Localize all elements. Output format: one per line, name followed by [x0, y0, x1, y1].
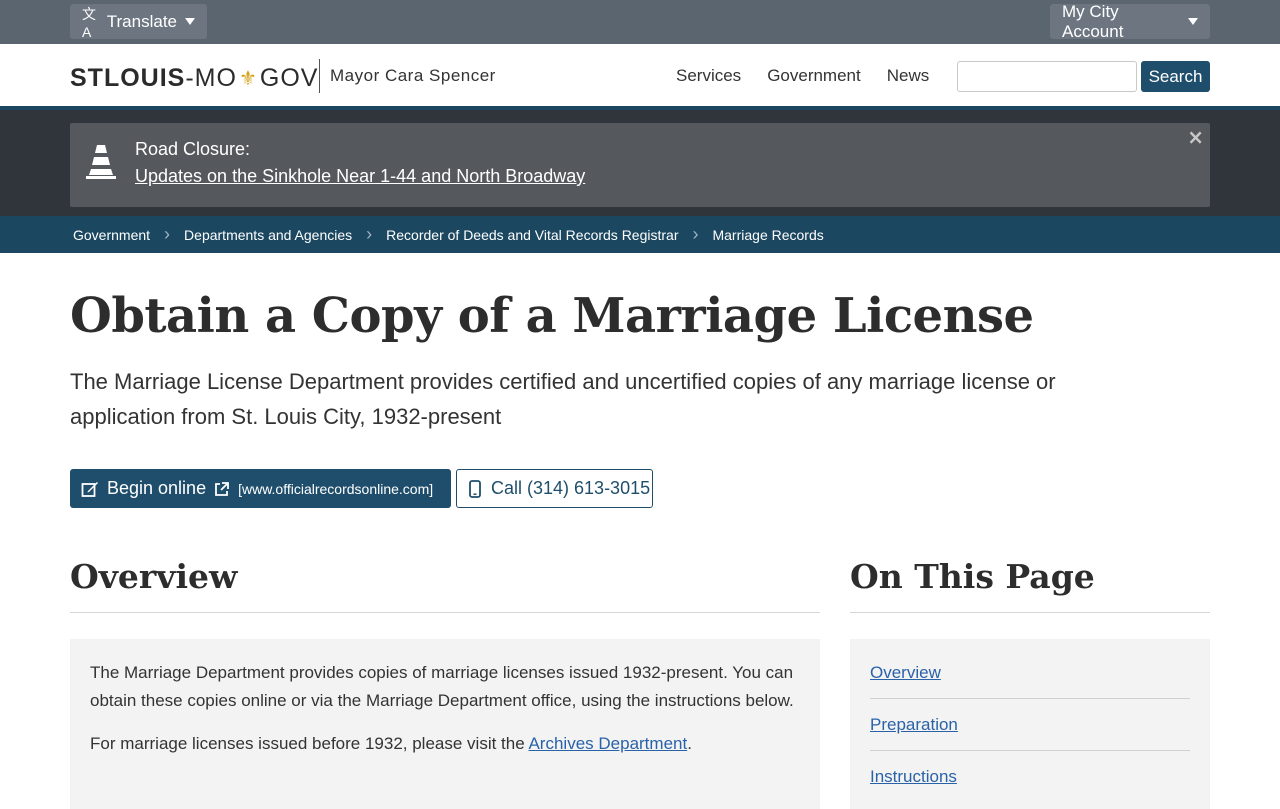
site-header: STLOUIS -MO ⚜ GOV Mayor Cara Spencer Ser… — [0, 44, 1280, 110]
breadcrumb: Government › Departments and Agencies › … — [0, 216, 1280, 253]
caret-down-icon — [185, 18, 195, 25]
toc-divider — [850, 612, 1210, 613]
account-label: My City Account — [1062, 1, 1124, 41]
road-closure-alert: Road Closure: Updates on the Sinkhole Ne… — [70, 123, 1210, 207]
mayor-link[interactable]: Mayor Cara Spencer — [330, 66, 496, 86]
logo-text-gov: GOV — [259, 64, 319, 92]
breadcrumb-government[interactable]: Government — [73, 227, 150, 243]
archives-department-link[interactable]: Archives Department — [528, 734, 687, 753]
begin-online-button[interactable]: Begin online [www.officialrecordsonline.… — [70, 469, 451, 508]
call-label: Call (314) 613-3015 — [491, 478, 651, 498]
edit-icon — [81, 481, 98, 497]
traffic-cone-icon — [86, 145, 116, 179]
overview-paragraph-2: For marriage licenses issued before 1932… — [90, 730, 800, 758]
toc-link-overview[interactable]: Overview — [870, 663, 941, 683]
toc-box: Overview Preparation Instructions — [850, 639, 1210, 809]
nav-services[interactable]: Services — [676, 66, 741, 86]
caret-down-icon — [1188, 18, 1198, 25]
chevron-right-icon: › — [692, 224, 699, 244]
close-icon[interactable]: × — [1187, 125, 1204, 149]
site-logo[interactable]: STLOUIS -MO ⚜ GOV — [70, 64, 318, 93]
chevron-right-icon: › — [164, 224, 171, 244]
overview-box: The Marriage Department provides copies … — [70, 639, 820, 809]
utility-bar: 文A Translate My City Account — [0, 0, 1280, 44]
call-button[interactable]: Call (314) 613-3015 — [456, 469, 653, 508]
translate-label: Translate — [106, 11, 177, 31]
main-nav: Services Government News — [676, 66, 929, 86]
toc-item-instructions: Instructions — [870, 751, 1190, 803]
on-this-page-heading: On This Page — [850, 557, 1095, 596]
alert-link[interactable]: Updates on the Sinkhole Near 1-44 and No… — [135, 166, 585, 187]
fleur-de-lis-icon: ⚜ — [238, 68, 258, 90]
breadcrumb-departments[interactable]: Departments and Agencies — [184, 227, 352, 243]
search-input[interactable] — [957, 61, 1137, 92]
page-lede: The Marriage License Department provides… — [70, 369, 1056, 429]
logo-divider — [319, 59, 320, 93]
chevron-right-icon: › — [366, 224, 373, 244]
translate-button[interactable]: 文A Translate — [70, 4, 207, 40]
logo-text-mo: -MO — [185, 64, 237, 92]
mobile-phone-icon — [469, 479, 481, 498]
overview-divider — [70, 612, 820, 613]
overview-paragraph-2-text: For marriage licenses issued before 1932… — [90, 734, 529, 753]
overview-heading: Overview — [70, 557, 238, 596]
translate-icon: 文A — [82, 5, 96, 40]
breadcrumb-recorder[interactable]: Recorder of Deeds and Vital Records Regi… — [386, 227, 678, 243]
overview-paragraph-2-end: . — [687, 734, 692, 753]
toc-link-preparation[interactable]: Preparation — [870, 715, 958, 735]
overview-paragraph-1: The Marriage Department provides copies … — [90, 663, 794, 710]
nav-government[interactable]: Government — [767, 66, 861, 86]
toc-link-instructions[interactable]: Instructions — [870, 767, 957, 787]
breadcrumb-marriage-records[interactable]: Marriage Records — [712, 227, 823, 243]
toc-item-preparation: Preparation — [870, 699, 1190, 751]
begin-online-url: [www.officialrecordsonline.com] — [238, 480, 434, 497]
toc-item-overview: Overview — [870, 647, 1190, 699]
begin-online-label: Begin online — [107, 478, 207, 498]
external-link-icon — [215, 481, 229, 496]
my-city-account-button[interactable]: My City Account — [1050, 1, 1210, 41]
search-button[interactable]: Search — [1141, 61, 1210, 92]
logo-text-stlouis: STLOUIS — [70, 64, 186, 92]
alert-title: Road Closure: — [135, 139, 251, 159]
page-title: Obtain a Copy of a Marriage License — [70, 288, 1034, 344]
nav-news[interactable]: News — [887, 66, 930, 86]
alert-band: Road Closure: Updates on the Sinkhole Ne… — [0, 110, 1280, 216]
